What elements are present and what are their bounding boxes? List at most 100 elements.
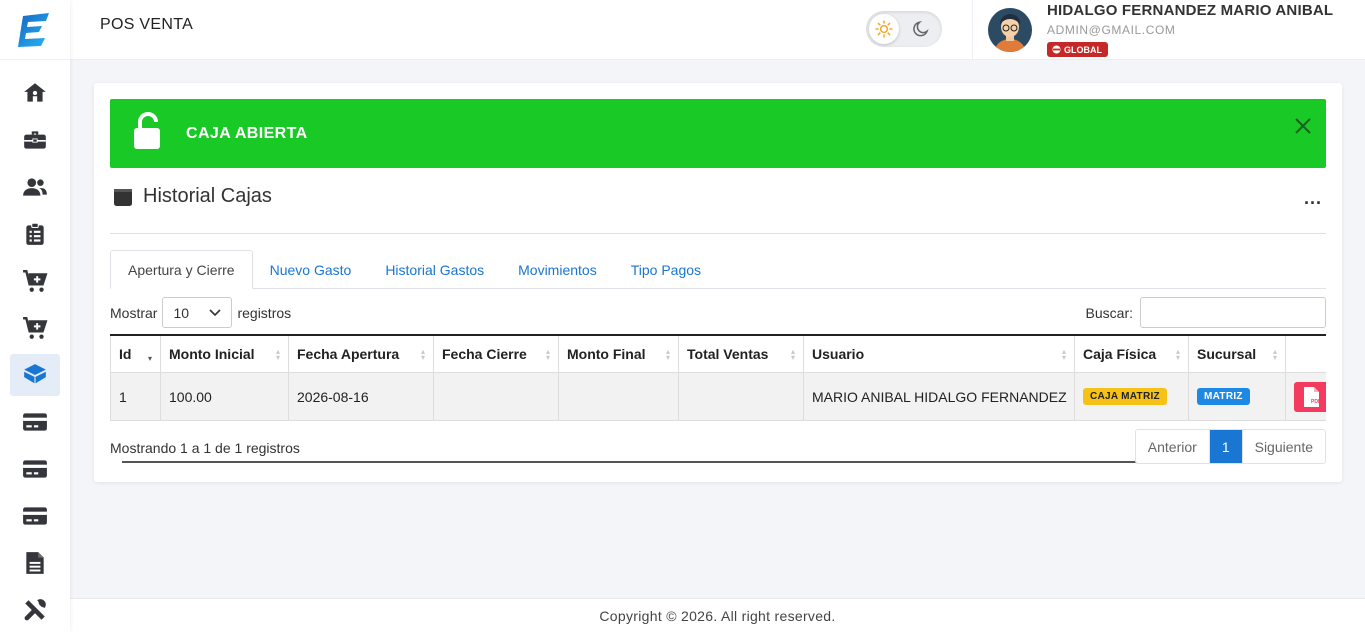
page-1-button[interactable]: 1: [1208, 430, 1242, 463]
cell-id: 1: [110, 373, 160, 420]
section-title: Historial Cajas: [112, 185, 272, 208]
status-alert: CAJA ABIERTA: [110, 99, 1326, 168]
column-header-sucursal[interactable]: Sucursal ▴ ▾: [1188, 336, 1285, 372]
sidebar-item-users[interactable]: [10, 166, 60, 208]
close-icon[interactable]: [1294, 117, 1312, 135]
table-info: Mostrando 1 a 1 de 1 registros: [110, 440, 300, 456]
credit-card-icon: [23, 460, 47, 478]
top-header: POS VENTA HIDALGO FERNANDEZ MARIO ANIBAL…: [70, 0, 1365, 60]
globe-icon: [1052, 45, 1061, 54]
user-name: HIDALGO FERNANDEZ MARIO ANIBAL: [1047, 2, 1334, 19]
cart-plus-icon: [23, 317, 48, 339]
sidebar-item-home[interactable]: [10, 72, 60, 114]
sidebar-item-reports[interactable]: [10, 542, 60, 584]
sort-icon: ▴ ▾: [790, 347, 795, 362]
sidebar-item-cart-add-1[interactable]: [10, 260, 60, 302]
page-title: POS VENTA: [100, 16, 194, 33]
user-role-badge: GLOBAL: [1047, 42, 1108, 57]
sidebar-item-cash-box[interactable]: [10, 354, 60, 396]
column-header-usuario[interactable]: Usuario ▴ ▾: [803, 336, 1074, 372]
pdf-button[interactable]: PDF: [1294, 381, 1326, 412]
file-pdf-icon: PDF: [1304, 386, 1321, 407]
cash-register-icon: [24, 364, 46, 384]
cart-plus-icon: [23, 270, 48, 292]
sidebar-item-card-2[interactable]: [10, 448, 60, 490]
column-header-monto-final[interactable]: Monto Final ▴ ▾: [558, 336, 678, 372]
column-header-fecha-cierre[interactable]: Fecha Cierre ▴ ▾: [433, 336, 558, 372]
sort-icon: ▴ ▾: [275, 347, 280, 362]
copyright-text: Copyright © 2026. All right reserved.: [599, 607, 836, 624]
pagination: Anterior 1 Siguiente: [1134, 429, 1326, 464]
home-icon: [24, 83, 46, 102]
sort-icon: ▴ ▾: [665, 347, 670, 362]
app-logo[interactable]: [0, 0, 70, 60]
sidebar: [0, 0, 70, 632]
file-icon: [26, 552, 44, 574]
cell-fecha-cierre: [433, 373, 558, 420]
page-size-control: Mostrar 10 registros: [110, 297, 291, 328]
sidebar-item-briefcase[interactable]: [10, 119, 60, 161]
tab-bar: Apertura y Cierre Nuevo Gasto Historial …: [110, 250, 1326, 289]
cash-box-icon: [114, 188, 132, 206]
column-header-total-ventas[interactable]: Total Ventas ▴ ▾: [678, 336, 803, 372]
sidebar-item-cart-add-2[interactable]: [10, 307, 60, 349]
briefcase-icon: [24, 131, 46, 149]
cell-usuario: MARIO ANIBAL HIDALGO FERNANDEZ: [803, 373, 1074, 420]
column-header-caja-fisica[interactable]: Caja Física ▴ ▾: [1074, 336, 1188, 372]
sort-icon: ▴ ▾: [1272, 347, 1277, 362]
table-row: 1 100.00 2026-08-16 MARIO ANIBAL HIDALGO…: [110, 373, 1326, 421]
column-header-monto-inicial[interactable]: Monto Inicial ▴ ▾: [160, 336, 288, 372]
tools-icon: [24, 599, 46, 621]
cell-caja-fisica: CAJA MATRIZ: [1074, 373, 1188, 420]
users-icon: [23, 178, 47, 196]
sucursal-badge: MATRIZ: [1197, 388, 1250, 405]
cell-monto-final: [558, 373, 678, 420]
tab-nuevo-gasto[interactable]: Nuevo Gasto: [253, 250, 369, 289]
chevron-down-icon: [209, 308, 222, 316]
cell-fecha-apertura: 2026-08-16: [288, 373, 433, 420]
sort-icon: ▾: [147, 354, 152, 363]
column-header-fecha-apertura[interactable]: Fecha Apertura ▴ ▾: [288, 336, 433, 372]
previous-page-button[interactable]: Anterior: [1135, 430, 1209, 463]
credit-card-icon: [23, 507, 47, 525]
unlock-icon: [134, 112, 160, 149]
main-card: CAJA ABIERTA Historial Cajas ... Apertur…: [94, 83, 1342, 482]
alert-text: CAJA ABIERTA: [186, 125, 308, 142]
search-input[interactable]: [1140, 297, 1326, 328]
cell-sucursal: MATRIZ: [1188, 373, 1285, 420]
cell-monto-inicial: 100.00: [160, 373, 288, 420]
sidebar-item-card-3[interactable]: [10, 495, 60, 537]
tab-historial-gastos[interactable]: Historial Gastos: [368, 250, 501, 289]
search-control: Buscar:: [1086, 297, 1326, 328]
avatar[interactable]: [988, 8, 1032, 52]
tab-tipo-pagos[interactable]: Tipo Pagos: [614, 250, 718, 289]
sidebar-item-card-1[interactable]: [10, 401, 60, 443]
sidebar-item-settings[interactable]: [10, 589, 60, 631]
records-label: registros: [237, 304, 292, 321]
divider: [110, 233, 1326, 234]
section-title-text: Historial Cajas: [143, 185, 272, 207]
tab-movimientos[interactable]: Movimientos: [501, 250, 614, 289]
sort-icon: ▴ ▾: [420, 347, 425, 362]
footer: Copyright © 2026. All right reserved.: [70, 598, 1365, 632]
theme-toggle[interactable]: [866, 11, 942, 47]
next-page-button[interactable]: Siguiente: [1241, 430, 1325, 463]
moon-icon[interactable]: [908, 16, 934, 42]
header-divider: [972, 0, 973, 60]
table-header: Id ▾ Monto Inicial ▴ ▾ Fecha Apertura ▴ ▾ Fec…: [110, 334, 1326, 373]
pdf-label: PDF: [1311, 399, 1321, 405]
cash-history-table: Id ▾ Monto Inicial ▴ ▾ Fecha Apertura ▴ ▾ Fec…: [110, 334, 1326, 421]
sidebar-item-tasks[interactable]: [10, 213, 60, 255]
column-header-id[interactable]: Id ▾: [110, 336, 160, 372]
sort-icon: ▴ ▾: [1175, 347, 1180, 362]
cell-actions: PDF: [1285, 373, 1326, 420]
user-email: ADMIN@GMAIL.COM: [1047, 23, 1176, 37]
search-label: Buscar:: [1085, 304, 1133, 321]
user-role-label: GLOBAL: [1064, 44, 1102, 55]
sun-icon[interactable]: [869, 14, 899, 44]
column-header-actions: [1285, 336, 1326, 372]
horizontal-scrollbar[interactable]: [122, 461, 1294, 463]
more-options-icon[interactable]: ...: [1304, 189, 1322, 207]
tab-apertura-cierre[interactable]: Apertura y Cierre: [110, 250, 253, 289]
page-size-select[interactable]: 10: [162, 297, 233, 328]
